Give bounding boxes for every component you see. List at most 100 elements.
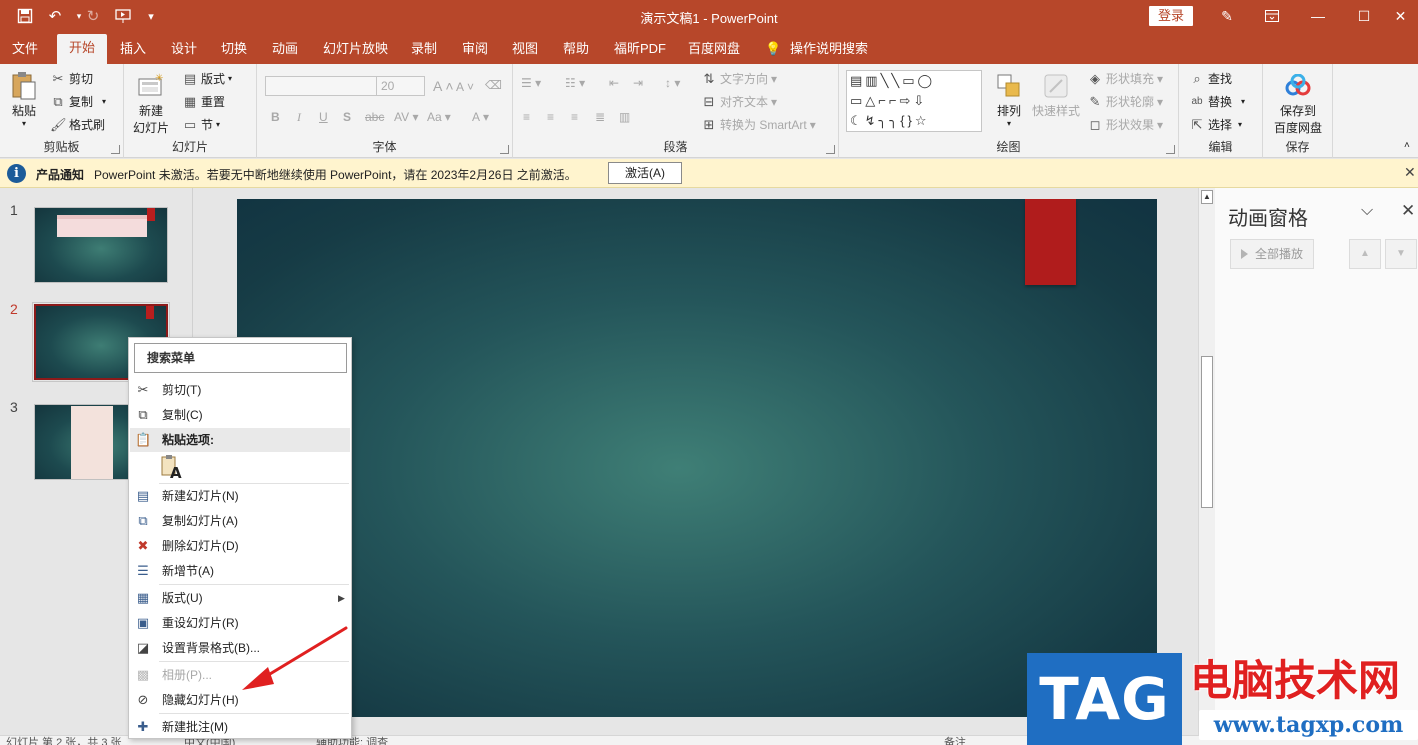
- change-case-button[interactable]: Aa ▾: [427, 110, 451, 124]
- tab-baidu-netdisk[interactable]: 百度网盘: [688, 39, 740, 59]
- notes-button[interactable]: 备注: [944, 737, 966, 745]
- menu-item-delete-slide[interactable]: ✖ 删除幻灯片(D): [130, 534, 350, 558]
- clear-format-icon[interactable]: ⌫: [485, 78, 502, 92]
- replace-button[interactable]: ab 替换 ▾: [1189, 93, 1245, 110]
- menu-search-input[interactable]: 搜索菜单: [134, 343, 347, 373]
- chevron-down-icon[interactable]: ⌵: [1361, 202, 1373, 220]
- cut-button[interactable]: ✂ 剪切: [50, 70, 93, 87]
- bold-button[interactable]: B: [271, 110, 280, 124]
- text-direction-button[interactable]: ⇅ 文字方向 ▾: [701, 70, 778, 87]
- tab-insert[interactable]: 插入: [120, 39, 146, 59]
- save-to-baidu-button[interactable]: 保存到 百度网盘: [1274, 70, 1322, 136]
- tab-review[interactable]: 审阅: [462, 39, 488, 59]
- login-button[interactable]: 登录: [1149, 6, 1193, 26]
- decrease-indent-icon[interactable]: ⇤: [609, 76, 619, 90]
- font-color-button[interactable]: A ▾: [472, 110, 489, 124]
- find-button[interactable]: ⌕ 查找: [1189, 70, 1232, 87]
- dialog-launcher-icon[interactable]: [826, 145, 835, 154]
- grow-font-button[interactable]: A ˄: [433, 78, 454, 94]
- line-spacing-icon[interactable]: ↕ ▾: [665, 76, 680, 90]
- tab-animations[interactable]: 动画: [272, 39, 298, 59]
- align-left-icon[interactable]: ≡: [523, 110, 530, 124]
- columns-icon[interactable]: ▥: [619, 110, 630, 124]
- redo-icon[interactable]: ↻: [80, 4, 106, 28]
- reset-button[interactable]: ▦ 重置: [182, 93, 225, 110]
- align-text-button[interactable]: ⊟ 对齐文本 ▾: [701, 93, 778, 110]
- strikethrough-icon[interactable]: abc: [365, 110, 384, 124]
- undo-icon[interactable]: ↶: [42, 4, 68, 28]
- layout-button[interactable]: ▤ 版式 ▾: [182, 70, 232, 87]
- section-button[interactable]: ▭ 节 ▾: [182, 116, 220, 133]
- save-icon[interactable]: [12, 4, 38, 28]
- increase-indent-icon[interactable]: ⇥: [633, 76, 643, 90]
- menu-item-new-comment[interactable]: ✚ 新建批注(M): [130, 715, 350, 739]
- menu-item-copy[interactable]: ⧉ 复制(C): [130, 403, 350, 427]
- customize-qat-icon[interactable]: ▾: [138, 4, 164, 28]
- font-name-input[interactable]: [265, 76, 381, 96]
- close-icon[interactable]: ✕: [1383, 0, 1418, 32]
- pen-icon[interactable]: ✎: [1204, 0, 1250, 32]
- shape-outline-button[interactable]: ✎ 形状轮廓 ▾: [1087, 93, 1164, 110]
- align-center-icon[interactable]: ≡: [547, 110, 554, 124]
- bullets-icon[interactable]: ☰ ▾: [521, 76, 541, 90]
- move-down-button[interactable]: ▼: [1385, 239, 1417, 269]
- tab-transitions[interactable]: 切换: [221, 39, 247, 59]
- close-icon[interactable]: ✕: [1401, 201, 1415, 221]
- quick-styles-button[interactable]: 快速样式: [1032, 70, 1080, 119]
- shrink-font-button[interactable]: A ˅: [456, 80, 474, 94]
- scroll-up-icon[interactable]: ▲: [1201, 190, 1213, 204]
- paste-button[interactable]: 粘贴 ▾: [8, 70, 40, 128]
- menu-item-add-section[interactable]: ☰ 新增节(A): [130, 559, 350, 583]
- activate-button[interactable]: 激活(A): [608, 162, 682, 184]
- italic-button[interactable]: I: [297, 110, 301, 125]
- tab-file[interactable]: 文件: [12, 39, 38, 59]
- menu-item-layout[interactable]: ▦ 版式(U) ▶: [130, 586, 350, 610]
- minimize-icon[interactable]: —: [1295, 0, 1341, 32]
- char-spacing-icon[interactable]: AV ▾: [394, 110, 418, 124]
- maximize-icon[interactable]: ☐: [1341, 0, 1387, 32]
- play-all-button[interactable]: 全部播放: [1230, 239, 1314, 269]
- select-button[interactable]: ⇱ 选择 ▾: [1189, 116, 1242, 133]
- tab-home[interactable]: 开始: [57, 34, 108, 64]
- dialog-launcher-icon[interactable]: [1166, 145, 1175, 154]
- collapse-ribbon-icon[interactable]: ˄: [1404, 140, 1410, 151]
- underline-button[interactable]: U: [319, 110, 328, 124]
- tab-foxit-pdf[interactable]: 福昕PDF: [614, 39, 666, 59]
- tab-design[interactable]: 设计: [171, 39, 197, 59]
- shape-effects-button[interactable]: ◻ 形状效果 ▾: [1087, 116, 1163, 133]
- shadow-button[interactable]: S: [343, 110, 351, 124]
- slide-thumbnail-1[interactable]: [34, 207, 168, 283]
- align-right-icon[interactable]: ≡: [571, 110, 578, 124]
- tab-view[interactable]: 视图: [512, 39, 538, 59]
- menu-item-cut[interactable]: ✂ 剪切(T): [130, 378, 350, 402]
- menu-item-duplicate-slide[interactable]: ⧉ 复制幻灯片(A): [130, 509, 350, 533]
- scrollbar-thumb[interactable]: [1201, 356, 1213, 508]
- close-icon[interactable]: ✕: [1404, 164, 1416, 181]
- smartart-button[interactable]: ⊞ 转换为 SmartArt ▾: [701, 116, 816, 133]
- font-size-input[interactable]: 20: [376, 76, 425, 96]
- tab-help[interactable]: 帮助: [563, 39, 589, 59]
- section-label: 节: [201, 118, 214, 132]
- shape-fill-button[interactable]: ◈ 形状填充 ▾: [1087, 70, 1163, 87]
- move-up-button[interactable]: ▲: [1349, 239, 1381, 269]
- format-painter-button[interactable]: 🖌 格式刷: [50, 116, 105, 133]
- shapes-gallery[interactable]: ▤▥╲╲▭◯ ▭△⌐⌐⇨⇩ ☾↯╮╮{}☆: [846, 70, 982, 132]
- current-slide[interactable]: [237, 199, 1157, 717]
- copy-button[interactable]: ⧉ 复制 ▾: [50, 93, 106, 110]
- numbering-icon[interactable]: ☷ ▾: [565, 76, 585, 90]
- paste-keep-text-icon[interactable]: A: [160, 454, 184, 482]
- tab-tell-me[interactable]: 操作说明搜索: [790, 39, 868, 59]
- dialog-launcher-icon[interactable]: [500, 145, 509, 154]
- new-slide-button[interactable]: ✳ 新建 幻灯片: [133, 70, 169, 136]
- arrange-button[interactable]: 排列 ▾: [993, 70, 1025, 128]
- tab-record[interactable]: 录制: [411, 39, 437, 59]
- menu-item-label: 复制幻灯片(A): [162, 514, 238, 528]
- justify-icon[interactable]: ≣: [595, 110, 605, 124]
- ribbon-display-icon[interactable]: [1249, 0, 1295, 32]
- dialog-launcher-icon[interactable]: [111, 145, 120, 154]
- present-icon[interactable]: [110, 4, 136, 28]
- shrink-font-label: A: [456, 80, 465, 94]
- tab-slideshow[interactable]: 幻灯片放映: [323, 39, 388, 59]
- tell-me-icon[interactable]: 💡: [765, 39, 781, 59]
- menu-item-new-slide[interactable]: ▤ 新建幻灯片(N): [130, 484, 350, 508]
